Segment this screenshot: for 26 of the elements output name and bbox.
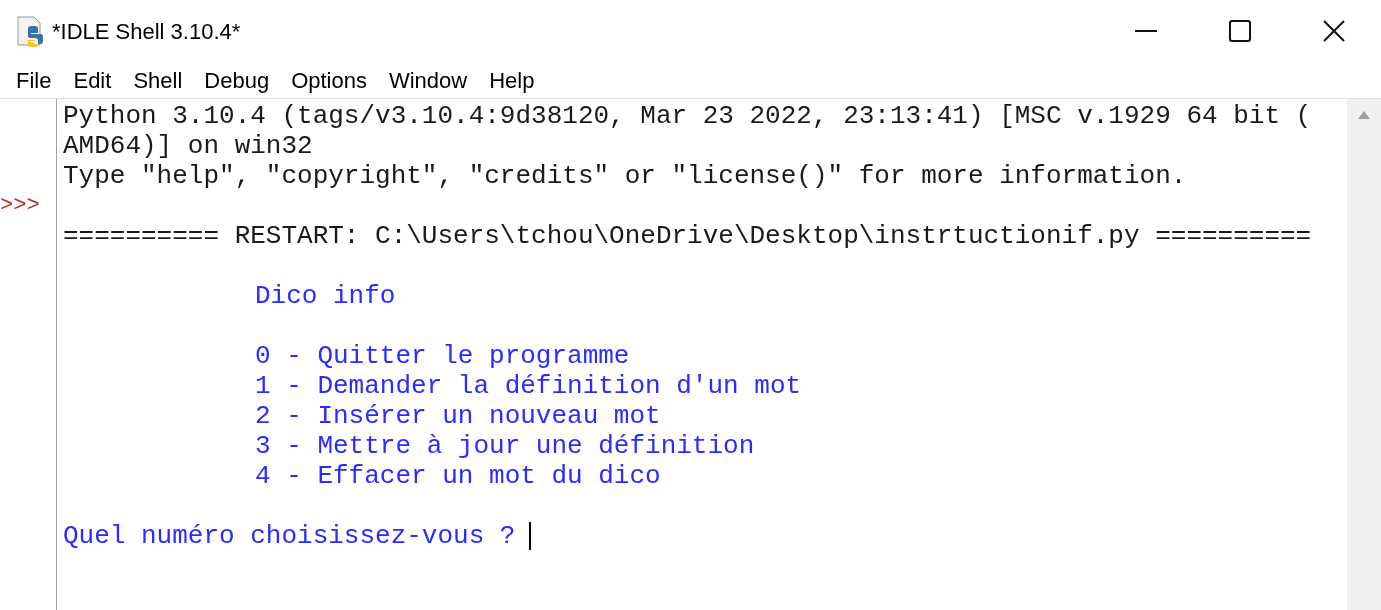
menu-item[interactable]: Help xyxy=(478,62,546,98)
shell-output-line: Dico info xyxy=(255,281,396,311)
close-icon xyxy=(1323,20,1345,42)
shell-output-line: 1 - Demander la définition d'un mot xyxy=(255,371,802,401)
shell-output-line: 4 - Effacer un mot du dico xyxy=(255,461,661,491)
shell-output-line: Type "help", "copyright", "credits" or "license()" for more information. xyxy=(63,161,1187,191)
python-document-icon xyxy=(14,15,46,47)
menu-item[interactable]: Debug xyxy=(193,62,281,98)
menu-item[interactable]: Window xyxy=(377,62,479,98)
prompt-marker: >>> xyxy=(0,192,40,220)
scrollbar[interactable] xyxy=(1347,99,1381,610)
menu-item[interactable]: Options xyxy=(280,62,378,98)
minimize-icon xyxy=(1135,30,1157,32)
menu-item[interactable]: Edit xyxy=(62,62,123,98)
shell-output-line: Quel numéro choisissez-vous ? xyxy=(63,521,516,551)
scroll-up-icon xyxy=(1358,111,1370,119)
window-title: *IDLE Shell 3.10.4* xyxy=(52,17,241,46)
maximize-icon xyxy=(1229,20,1251,42)
shell-output-line: 0 - Quitter le programme xyxy=(255,341,630,371)
shell-output-line: AMD64)] on win32 xyxy=(63,131,313,161)
shell-output-line: Python 3.10.4 (tags/v3.10.4:9d38120, Mar 23 2022, 23:13:41) [MSC v.1929 64 bit ( xyxy=(63,101,1312,131)
shell-output-line: 2 - Insérer un nouveau mot xyxy=(255,401,661,431)
shell-output-line: 3 - Mettre à jour une définition xyxy=(255,431,755,461)
menu-item[interactable]: Shell xyxy=(122,62,194,98)
shell-output-line: ========== RESTART: C:\Users\tchou\OneDrive\Desktop\instrtuctionif.py ========== xyxy=(63,221,1312,251)
menu-item[interactable]: File xyxy=(5,62,63,98)
